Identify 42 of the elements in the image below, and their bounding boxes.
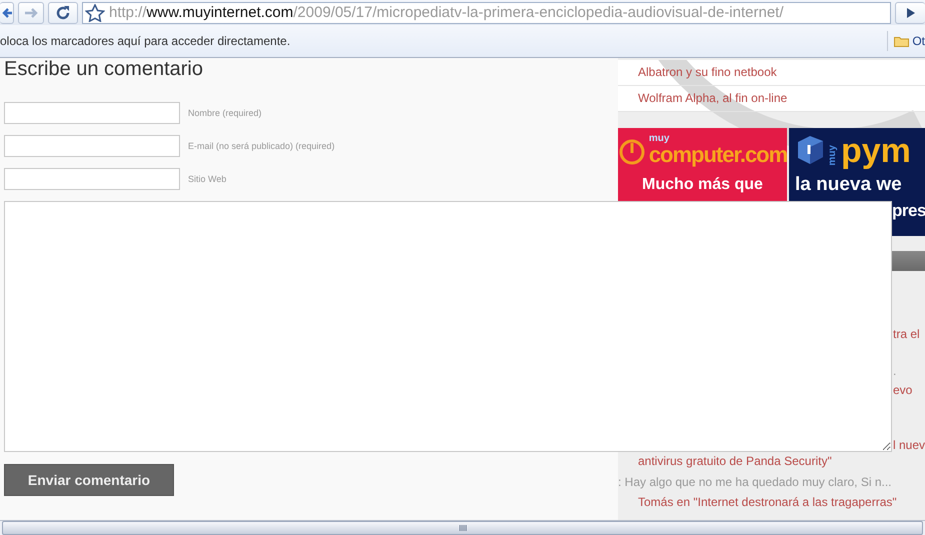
grip-icon [458, 525, 466, 531]
logo-text: computer.com [648, 144, 787, 166]
comment-excerpt: . [893, 363, 896, 380]
back-arrow-icon [2, 6, 12, 18]
scrollbar-thumb[interactable] [2, 521, 923, 535]
forward-button[interactable] [18, 2, 44, 24]
field-label: Sitio Web [188, 174, 226, 184]
forward-arrow-icon [24, 6, 38, 18]
field-label: E-mail (no será publicado) (required) [188, 141, 335, 151]
section-heading: Escribe un comentario [4, 58, 203, 80]
url-text: http://www.muyinternet.com/2009/05/17/micropediatv-la-primera-enciclopedia-audiovisual-de-internet/ [109, 4, 784, 21]
advert-banner[interactable]: muy computer.com Mucho más que [618, 128, 787, 202]
other-bookmarks[interactable]: Ot [887, 31, 925, 51]
comment-link[interactable]: Tomás en "Internet destronará a las tragaperras" [638, 493, 897, 512]
go-button[interactable] [895, 2, 925, 24]
sidebar-link[interactable]: Albatron y su fino netbook [618, 60, 925, 86]
comment-link[interactable]: l nuev [893, 436, 925, 455]
bookmarks-hint: oloca los marcadores aquí para acceder directamente. [0, 34, 292, 48]
power-icon [618, 138, 646, 166]
reload-button[interactable] [48, 2, 78, 24]
banner-text: Mucho más que [642, 176, 763, 194]
address-field[interactable]: http://www.muyinternet.com/2009/05/17/micropediatv-la-primera-enciclopedia-audiovisual-de-internet/ [82, 2, 891, 24]
reload-icon [55, 4, 71, 20]
text-input[interactable] [4, 102, 180, 124]
logo-prefix: muy [648, 134, 670, 144]
comment-excerpt: : Hay algo que no me ha quedado muy claro, Si n... [618, 474, 892, 491]
folder-icon [894, 35, 910, 47]
submit-button[interactable]: Enviar comentario [4, 464, 174, 496]
comment-link[interactable]: antivirus gratuito de Panda Security" [638, 452, 832, 471]
logo-prefix: muy [828, 145, 838, 166]
banner-text: la nueva we [795, 173, 902, 197]
banner-text: pres [892, 200, 925, 222]
comment-link[interactable]: evo [893, 381, 912, 400]
comment-link[interactable]: tra el [893, 325, 920, 344]
text-input[interactable] [4, 135, 180, 157]
text-input[interactable] [4, 168, 180, 190]
back-button[interactable] [0, 2, 14, 24]
star-icon[interactable] [85, 4, 105, 22]
cube-icon [795, 134, 825, 166]
field-label: Nombre (required) [188, 108, 262, 118]
play-arrow-icon [906, 6, 916, 18]
sidebar-link[interactable]: Wolfram Alpha, al fin on-line [618, 86, 925, 112]
